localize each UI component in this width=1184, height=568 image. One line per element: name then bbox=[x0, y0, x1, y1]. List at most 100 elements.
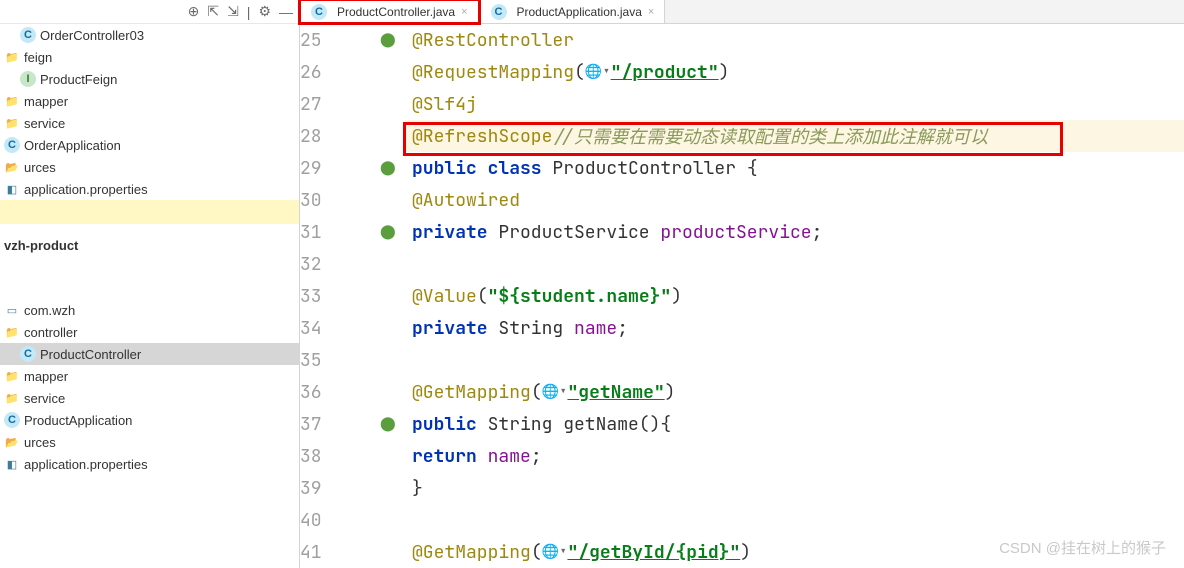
gutter-mark bbox=[380, 440, 406, 472]
code-token: ( bbox=[531, 381, 542, 404]
tree-item[interactable]: 📁feign bbox=[0, 46, 299, 68]
interface-icon: I bbox=[20, 71, 36, 87]
gutter-marks: ⬤ ⬤ ⬤ ⬤ bbox=[380, 24, 406, 568]
tab-label: ProductController.java bbox=[337, 5, 455, 19]
editor-tab[interactable]: C ProductController.java × bbox=[298, 0, 481, 25]
line-number: 33 bbox=[300, 280, 368, 312]
tree-item-label: urces bbox=[24, 160, 56, 175]
code-token: productService bbox=[660, 221, 811, 244]
line-number: 32 bbox=[300, 248, 368, 280]
run-gutter-icon[interactable]: ⬤ bbox=[380, 159, 396, 177]
close-icon[interactable]: × bbox=[648, 6, 654, 18]
tree-item[interactable]: 📂 urces bbox=[0, 431, 299, 453]
globe-icon[interactable]: 🌐▾ bbox=[542, 543, 568, 561]
code-token: ) bbox=[665, 381, 676, 404]
tree-item[interactable]: COrderController03 bbox=[0, 24, 299, 46]
tree-highlight bbox=[0, 200, 299, 224]
tree-item[interactable]: CProductApplication bbox=[0, 409, 299, 431]
code-line[interactable]: @Slf4j bbox=[406, 88, 1184, 120]
gear-icon[interactable]: ⚙ bbox=[258, 3, 271, 20]
code-token: @RefreshScope bbox=[412, 125, 552, 148]
package-icon: ▭ bbox=[4, 302, 20, 318]
code-line[interactable]: @RestController bbox=[406, 24, 1184, 56]
code-token: } bbox=[412, 477, 423, 500]
line-number: 38 bbox=[300, 440, 368, 472]
target-icon[interactable]: ⊕ bbox=[188, 3, 200, 20]
tab-label: ProductApplication.java bbox=[517, 5, 642, 19]
run-gutter-icon[interactable]: ⬤ bbox=[380, 223, 396, 241]
code-token: ( bbox=[477, 285, 488, 308]
code-line[interactable]: private ProductService productService; bbox=[406, 216, 1184, 248]
tree-item[interactable]: IProductFeign bbox=[0, 68, 299, 90]
tree-item[interactable]: 📁mapper bbox=[0, 90, 299, 112]
tree-item[interactable]: 📁mapper bbox=[0, 365, 299, 387]
editor-tabs: C ProductController.java ×C ProductApplicat… bbox=[300, 0, 1184, 24]
gutter-mark bbox=[380, 280, 406, 312]
properties-icon: ◧ bbox=[4, 181, 20, 197]
globe-icon[interactable]: 🌐▾ bbox=[542, 383, 568, 401]
tree-item-label: OrderController03 bbox=[40, 28, 144, 43]
code-token: "${student.name}" bbox=[488, 285, 672, 308]
resources-icon: 📂 bbox=[4, 434, 20, 450]
code-token: @Slf4j bbox=[412, 93, 477, 116]
line-number: 37 bbox=[300, 408, 368, 440]
code-token: name bbox=[574, 317, 617, 340]
folder-icon: 📁 bbox=[4, 115, 20, 131]
gutter-mark bbox=[380, 312, 406, 344]
tree-item[interactable]: 📂urces bbox=[0, 156, 299, 178]
code-line[interactable]: public class ProductController { bbox=[406, 152, 1184, 184]
code-line[interactable]: @Autowired bbox=[406, 184, 1184, 216]
folder-icon: 📁 bbox=[4, 368, 20, 384]
line-number: 34 bbox=[300, 312, 368, 344]
editor-tab[interactable]: CProductApplication.java× bbox=[481, 0, 666, 23]
code-token: ProductController { bbox=[552, 157, 757, 180]
class-icon: C bbox=[311, 4, 327, 20]
gutter-mark bbox=[380, 344, 406, 376]
tree-item[interactable]: ◧application.properties bbox=[0, 453, 299, 475]
tree-item-label: controller bbox=[24, 325, 77, 340]
code-token: ) bbox=[671, 285, 682, 308]
code-line[interactable]: private String name; bbox=[406, 312, 1184, 344]
class-icon: C bbox=[4, 137, 20, 153]
tree-item[interactable]: ◧application.properties bbox=[0, 178, 299, 200]
expand-icon[interactable]: ⇱ bbox=[207, 3, 219, 20]
project-tree[interactable]: COrderController03📁feignIProductFeign📁ma… bbox=[0, 24, 299, 568]
tree-item[interactable]: 📁service bbox=[0, 112, 299, 134]
minimize-icon[interactable]: — bbox=[279, 4, 293, 20]
globe-icon[interactable]: 🌐▾ bbox=[585, 63, 611, 81]
code-line[interactable] bbox=[406, 344, 1184, 376]
tree-item[interactable]: ▭ com.wzh bbox=[0, 299, 299, 321]
tree-item-label: com.wzh bbox=[24, 303, 75, 318]
run-gutter-icon[interactable]: ⬤ bbox=[380, 415, 396, 433]
class-icon: C bbox=[4, 412, 20, 428]
class-icon: C bbox=[20, 346, 36, 362]
code-line[interactable]: public String getName(){ bbox=[406, 408, 1184, 440]
code-editor[interactable]: 2526272829303132333435363738394041 ⬤⬤⬤⬤ … bbox=[300, 24, 1184, 568]
tree-item[interactable]: C OrderApplication bbox=[0, 134, 299, 156]
run-gutter-icon[interactable]: ⬤ bbox=[380, 31, 396, 49]
line-number: 40 bbox=[300, 504, 368, 536]
code-line[interactable]: @RefreshScope//只需要在需要动态读取配置的类上添加此注解就可以 bbox=[406, 120, 1184, 152]
tree-item-label: urces bbox=[24, 435, 56, 450]
line-number: 26 bbox=[300, 56, 368, 88]
tree-item[interactable]: CProductController bbox=[0, 343, 299, 365]
code-line[interactable] bbox=[406, 504, 1184, 536]
code-line[interactable]: } bbox=[406, 472, 1184, 504]
line-number: 29 bbox=[300, 152, 368, 184]
tree-item[interactable]: 📁controller bbox=[0, 321, 299, 343]
tree-item[interactable]: 📁service bbox=[0, 387, 299, 409]
code-line[interactable] bbox=[406, 248, 1184, 280]
close-icon[interactable]: × bbox=[461, 6, 467, 18]
tree-item-label: OrderApplication bbox=[24, 138, 121, 153]
collapse-icon[interactable]: ⇲ bbox=[227, 3, 239, 20]
line-number: 39 bbox=[300, 472, 368, 504]
code-content[interactable]: @RestController@RequestMapping(🌐▾"/produ… bbox=[406, 24, 1184, 568]
code-line[interactable]: @Value("${student.name}") bbox=[406, 280, 1184, 312]
module-header[interactable]: vzh-product bbox=[0, 232, 299, 259]
line-number: 25 bbox=[300, 24, 368, 56]
code-line[interactable]: @GetMapping(🌐▾"getName") bbox=[406, 376, 1184, 408]
code-line[interactable]: return name; bbox=[406, 440, 1184, 472]
code-token: name bbox=[488, 445, 531, 468]
code-token: ; bbox=[531, 445, 542, 468]
code-line[interactable]: @RequestMapping(🌐▾"/product") bbox=[406, 56, 1184, 88]
